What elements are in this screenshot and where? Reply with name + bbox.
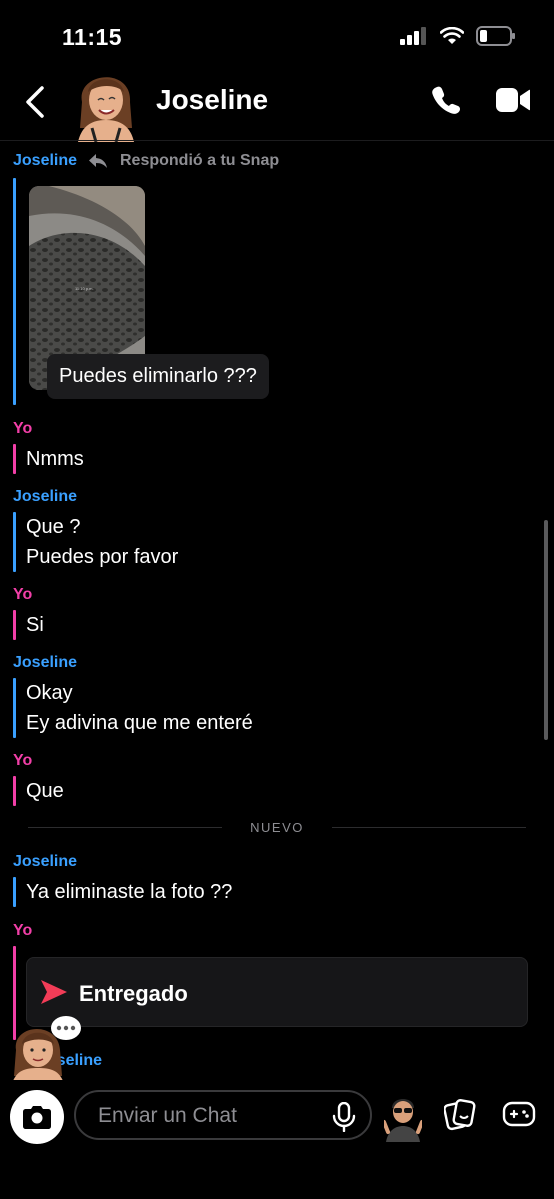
replied-to-snap-note: Respondió a tu Snap	[88, 152, 279, 170]
snap-caption: Puedes eliminarlo ???	[47, 354, 269, 399]
reply-icon	[89, 154, 107, 168]
message-text[interactable]: Si	[26, 614, 44, 637]
header-divider	[0, 140, 554, 141]
battery-icon	[476, 26, 515, 46]
cellular-signal-icon	[400, 27, 426, 45]
replied-text: Respondió a tu Snap	[120, 152, 280, 169]
chat-input-field[interactable]	[74, 1090, 372, 1140]
scrollbar[interactable]	[544, 520, 548, 740]
message-bar-yo	[13, 610, 16, 640]
chat-input-bar	[0, 1080, 554, 1199]
sender-label-joseline: Joseline	[13, 488, 78, 505]
delivered-text: Entregado	[79, 981, 188, 1006]
message-text[interactable]: Que	[26, 780, 64, 803]
phone-icon[interactable]	[430, 84, 462, 116]
chat-header: Joseline	[0, 60, 554, 142]
contact-name[interactable]: Joseline	[156, 84, 268, 116]
sender-label-yo: Yo	[13, 752, 33, 769]
sender-label-joseline: Joseline	[13, 654, 78, 671]
message-bar-joseline	[13, 178, 16, 405]
sender-label-yo: Yo	[13, 922, 33, 939]
message-bar-yo	[13, 776, 16, 806]
typing-bitmoji-avatar	[12, 1016, 81, 1084]
video-icon[interactable]	[496, 88, 530, 112]
sender-label-yo: Yo	[13, 420, 33, 437]
status-time: 11:15	[62, 24, 123, 50]
games-icon[interactable]	[502, 1100, 536, 1128]
bitmoji-button[interactable]	[384, 1092, 422, 1142]
mic-icon[interactable]	[332, 1102, 356, 1132]
message-bar-yo	[13, 444, 16, 474]
delivered-status-card[interactable]: Entregado	[26, 957, 528, 1027]
divider-line	[332, 827, 526, 828]
camera-button[interactable]	[10, 1090, 64, 1144]
sender-label-joseline: Joseline	[13, 853, 78, 870]
camera-icon	[23, 1106, 51, 1129]
snap-timestamp: 11:10 p.m.	[75, 286, 94, 291]
message-bar-joseline	[13, 678, 16, 738]
sent-arrow-icon	[41, 980, 67, 1004]
contact-bitmoji-avatar[interactable]	[72, 62, 138, 142]
sticker-icon[interactable]	[444, 1098, 476, 1132]
chat-text-input[interactable]	[96, 1102, 320, 1130]
message-text[interactable]: Ya eliminaste la foto ??	[26, 881, 232, 904]
message-text[interactable]: Okay	[26, 682, 73, 705]
new-messages-divider: NUEVO	[28, 816, 526, 840]
message-bar-joseline	[13, 877, 16, 907]
message-text[interactable]: Que ?	[26, 516, 80, 539]
message-bar-joseline	[13, 512, 16, 572]
sender-label-joseline: Joseline	[13, 152, 78, 169]
back-chevron-icon[interactable]	[20, 82, 52, 122]
wifi-icon	[440, 27, 464, 44]
message-text[interactable]: Puedes por favor	[26, 546, 178, 569]
message-text[interactable]: Ey adivina que me enteré	[26, 712, 253, 735]
sender-label-yo: Yo	[13, 586, 33, 603]
status-icons	[400, 26, 516, 46]
message-text[interactable]: Nmms	[26, 448, 84, 471]
